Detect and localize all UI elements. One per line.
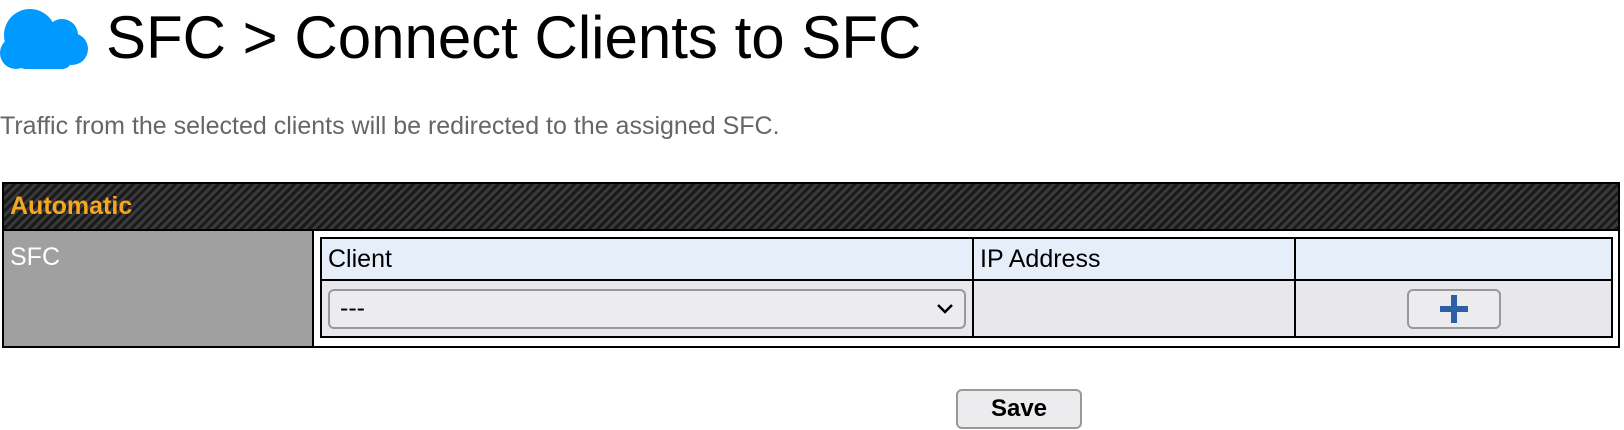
sfc-content-cell: Client IP Address --- [314, 231, 1618, 346]
panel-header-label: Automatic [10, 192, 133, 220]
client-select-value: --- [340, 294, 365, 322]
chevron-down-icon [937, 303, 953, 314]
client-table: Client IP Address --- [320, 237, 1613, 338]
ip-address-cell [972, 279, 1296, 338]
panel-body: SFC Client IP Address --- [4, 231, 1618, 346]
sfc-panel: Automatic SFC Client IP Address --- [2, 182, 1620, 348]
page-description: Traffic from the selected clients will b… [0, 112, 780, 140]
table-row: --- [320, 279, 1613, 338]
client-table-header-row: Client IP Address [320, 237, 1613, 281]
sfc-label: SFC [10, 243, 60, 271]
plus-icon [1439, 294, 1468, 323]
save-button[interactable]: Save [956, 389, 1082, 429]
client-select[interactable]: --- [328, 288, 966, 329]
page: SFC > Connect Clients to SFC Traffic fro… [0, 0, 1624, 430]
page-title: SFC > Connect Clients to SFC [106, 3, 922, 71]
sfc-label-cell: SFC [4, 231, 314, 346]
client-column-header: Client [320, 237, 974, 281]
ip-address-column-header: IP Address [972, 237, 1296, 281]
add-client-button[interactable] [1406, 288, 1501, 329]
title-row: SFC > Connect Clients to SFC [0, 0, 921, 75]
add-cell [1294, 279, 1613, 338]
cloud-icon [0, 8, 88, 69]
panel-header: Automatic [4, 184, 1618, 231]
action-column-header [1294, 237, 1613, 281]
client-select-cell: --- [320, 279, 974, 338]
